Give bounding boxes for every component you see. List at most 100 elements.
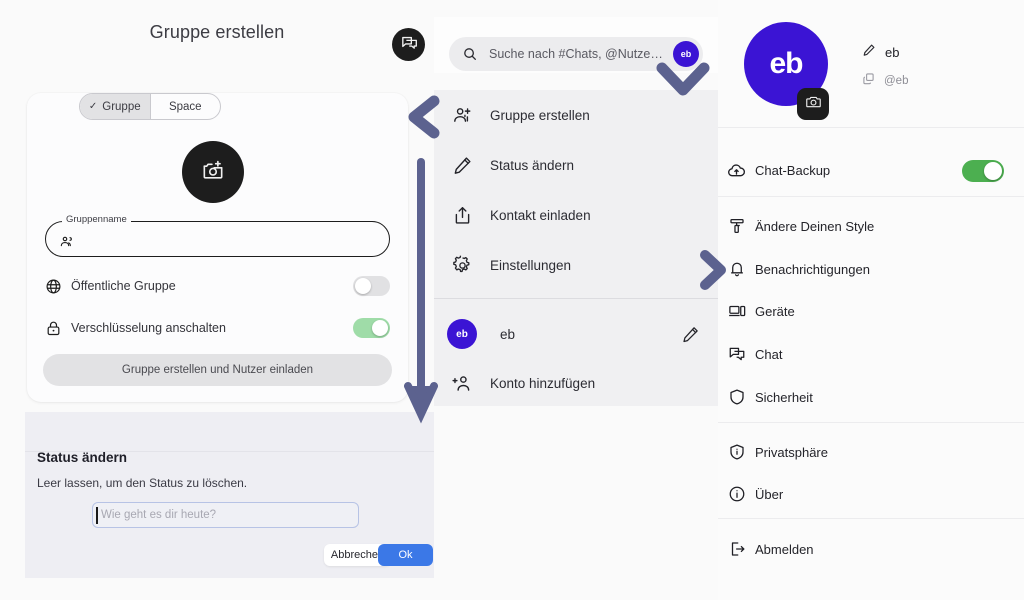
section-divider (718, 196, 1024, 197)
segment-gruppe-label: Gruppe (102, 100, 141, 113)
toggle-knob (984, 161, 1002, 180)
avatar: eb (447, 319, 477, 349)
group-name-legend: Gruppenname (62, 214, 131, 225)
pencil-icon (862, 43, 876, 62)
status-input[interactable] (92, 502, 359, 528)
sidebar-item-label: Über (755, 486, 784, 502)
search-header: Suche nach #Chats, @Nutze… eb (392, 17, 718, 73)
search-bar[interactable]: Suche nach #Chats, @Nutze… eb (449, 37, 703, 71)
group-name-field-wrapper: Gruppenname (45, 214, 390, 257)
menu-item-change-status[interactable]: Status ändern (434, 140, 718, 190)
sidebar-item-security[interactable]: Sicherheit (718, 379, 1024, 415)
chat-backup-row[interactable]: Chat-Backup (718, 152, 1024, 189)
search-placeholder-text: Suche nach #Chats, @Nutze… (489, 47, 663, 61)
sidebar-item-privacy[interactable]: Privatsphäre (718, 434, 1024, 470)
share-icon (434, 205, 490, 226)
profile-handle: @eb (884, 75, 909, 87)
sidebar-item-label: Abmelden (755, 541, 814, 557)
sidebar-item-style[interactable]: Ändere Deinen Style (718, 208, 1024, 244)
sidebar-item-notifications[interactable]: Benachrichtigungen (718, 251, 1024, 287)
chat-bubble-icon (400, 34, 417, 56)
toggle-knob (355, 278, 371, 294)
lock-icon (45, 320, 71, 337)
settings-panel: eb eb @eb Chat-Backup Ändere Deinen Styl… (718, 0, 1024, 600)
menu-item-label: Gruppe erstellen (490, 107, 590, 123)
section-divider (718, 518, 1024, 519)
shield-icon (718, 388, 755, 406)
cloud-upload-icon (718, 161, 755, 180)
menu-item-invite-contact[interactable]: Kontakt einladen (434, 190, 718, 240)
text-caret (96, 507, 98, 524)
dropdown-menu: Gruppe erstellen Status ändern Kontakt e… (434, 90, 718, 406)
group-name-input[interactable] (85, 228, 376, 250)
sidebar-item-devices[interactable]: Geräte (718, 293, 1024, 329)
profile-handle-row[interactable]: @eb (862, 72, 908, 90)
sidebar-item-label: Privatsphäre (755, 444, 828, 460)
type-segmented-control[interactable]: ✓ Gruppe Space (79, 93, 221, 120)
sidebar-item-logout[interactable]: Abmelden (718, 531, 1024, 567)
dialog-subtitle: Leer lassen, um den Status zu löschen. (37, 476, 248, 490)
account-row[interactable]: eb eb (434, 308, 718, 360)
group-icon (59, 234, 75, 250)
segment-gruppe[interactable]: ✓ Gruppe (80, 94, 150, 119)
info-icon (718, 485, 755, 503)
segment-space[interactable]: Space (149, 94, 221, 119)
check-icon: ✓ (88, 101, 98, 112)
sidebar-item-label: Chat (755, 346, 783, 362)
page-title: Gruppe erstellen (149, 22, 285, 42)
menu-item-label: Konto hinzufügen (490, 375, 596, 391)
menu-divider (434, 298, 718, 299)
avatar[interactable]: eb (673, 41, 699, 67)
copy-icon (862, 72, 875, 90)
menu-item-add-account[interactable]: Konto hinzufügen (434, 358, 718, 408)
app-logo-button[interactable] (392, 28, 425, 61)
dialog-title: Status ändern (37, 450, 128, 465)
sidebar-item-label: Benachrichtigungen (755, 261, 870, 277)
add-person-icon (434, 373, 490, 394)
account-name: eb (500, 326, 516, 342)
chat-backup-label: Chat-Backup (755, 163, 831, 178)
chat-backup-toggle[interactable] (962, 159, 1004, 182)
toggle-knob (372, 320, 388, 336)
section-divider (718, 422, 1024, 423)
profile-name-row[interactable]: eb (862, 43, 899, 62)
status-change-dialog: Status ändern Leer lassen, um den Status… (25, 412, 434, 578)
search-icon (462, 46, 478, 62)
ok-button[interactable]: Ok (378, 544, 433, 566)
privacy-shield-icon (718, 443, 755, 461)
gear-icon (434, 255, 490, 276)
create-group-card: ✓ Gruppe Space Gruppenname Öffentliche G… (27, 93, 408, 402)
group-avatar-upload-button[interactable] (182, 141, 244, 203)
menu-item-label: Kontakt einladen (490, 207, 591, 223)
camera-icon (805, 93, 822, 115)
sidebar-item-about[interactable]: Über (718, 476, 1024, 512)
section-divider (718, 127, 1024, 128)
segment-space-label: Space (168, 100, 202, 113)
public-group-row[interactable]: Öffentliche Gruppe (45, 273, 390, 299)
public-group-label: Öffentliche Gruppe (71, 279, 176, 293)
sidebar-item-label: Sicherheit (755, 389, 813, 405)
paint-roller-icon (718, 217, 755, 235)
pencil-icon[interactable] (681, 325, 700, 344)
profile-block: eb eb @eb (718, 14, 1024, 126)
encryption-toggle[interactable] (353, 318, 390, 338)
change-photo-button[interactable] (797, 88, 829, 120)
create-group-invite-button[interactable]: Gruppe erstellen und Nutzer einladen (43, 354, 392, 386)
sidebar-item-chat[interactable]: Chat (718, 336, 1024, 372)
create-group-panel: Gruppe erstellen ✓ Gruppe Space Gruppenn… (0, 0, 434, 600)
globe-icon (45, 278, 71, 295)
logout-icon (718, 540, 755, 558)
add-group-icon (434, 105, 490, 126)
devices-icon (718, 302, 755, 320)
encryption-row[interactable]: Verschlüsselung anschalten (45, 315, 390, 341)
bell-icon (718, 260, 755, 278)
chat-icon (718, 345, 755, 363)
menu-item-settings[interactable]: Einstellungen (434, 240, 718, 290)
menu-item-create-group[interactable]: Gruppe erstellen (434, 90, 718, 140)
menu-item-label: Einstellungen (490, 257, 572, 273)
menu-item-label: Status ändern (490, 157, 575, 173)
encryption-label: Verschlüsselung anschalten (71, 321, 226, 335)
public-group-toggle[interactable] (353, 276, 390, 296)
add-photo-icon (200, 157, 226, 188)
sidebar-item-label: Ändere Deinen Style (755, 218, 875, 234)
